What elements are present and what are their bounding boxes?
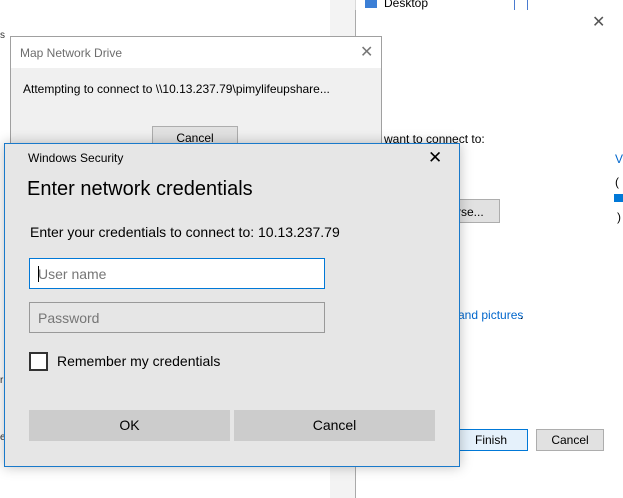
wizard-link-suffix: . bbox=[520, 308, 524, 322]
wizard-close-icon[interactable]: ✕ bbox=[592, 12, 605, 32]
wizard-edge-text: ) bbox=[617, 210, 621, 224]
ws-title: Windows Security bbox=[28, 151, 124, 165]
wizard-edge-text: V bbox=[615, 152, 623, 166]
username-input[interactable] bbox=[29, 258, 325, 289]
remember-label[interactable]: Remember my credentials bbox=[57, 353, 220, 369]
mnd-close-icon[interactable]: ✕ bbox=[360, 42, 373, 62]
ok-button[interactable]: OK bbox=[29, 410, 230, 441]
folder-icon bbox=[365, 0, 377, 8]
left-edge-text: s bbox=[0, 30, 5, 41]
mnd-message: Attempting to connect to \\10.13.237.79\… bbox=[23, 82, 330, 96]
text-caret bbox=[38, 266, 39, 282]
finish-button[interactable]: Finish bbox=[454, 429, 528, 451]
remember-checkbox[interactable] bbox=[29, 352, 48, 371]
wizard-cancel-button[interactable]: Cancel bbox=[536, 429, 604, 451]
ws-close-icon[interactable]: ✕ bbox=[428, 148, 442, 168]
wizard-edge-bar bbox=[614, 194, 623, 202]
wizard-edge-text: ( bbox=[615, 175, 619, 189]
left-edge-text: r bbox=[0, 375, 4, 386]
password-input[interactable] bbox=[29, 302, 325, 333]
mnd-title: Map Network Drive bbox=[20, 46, 123, 60]
wizard-link[interactable]: and pictures bbox=[458, 308, 523, 322]
ws-subtitle: Enter your credentials to connect to: 10… bbox=[30, 224, 340, 240]
cancel-button[interactable]: Cancel bbox=[234, 410, 435, 441]
explorer-item-desktop[interactable]: Desktop bbox=[384, 0, 428, 10]
ws-heading: Enter network credentials bbox=[27, 178, 253, 200]
